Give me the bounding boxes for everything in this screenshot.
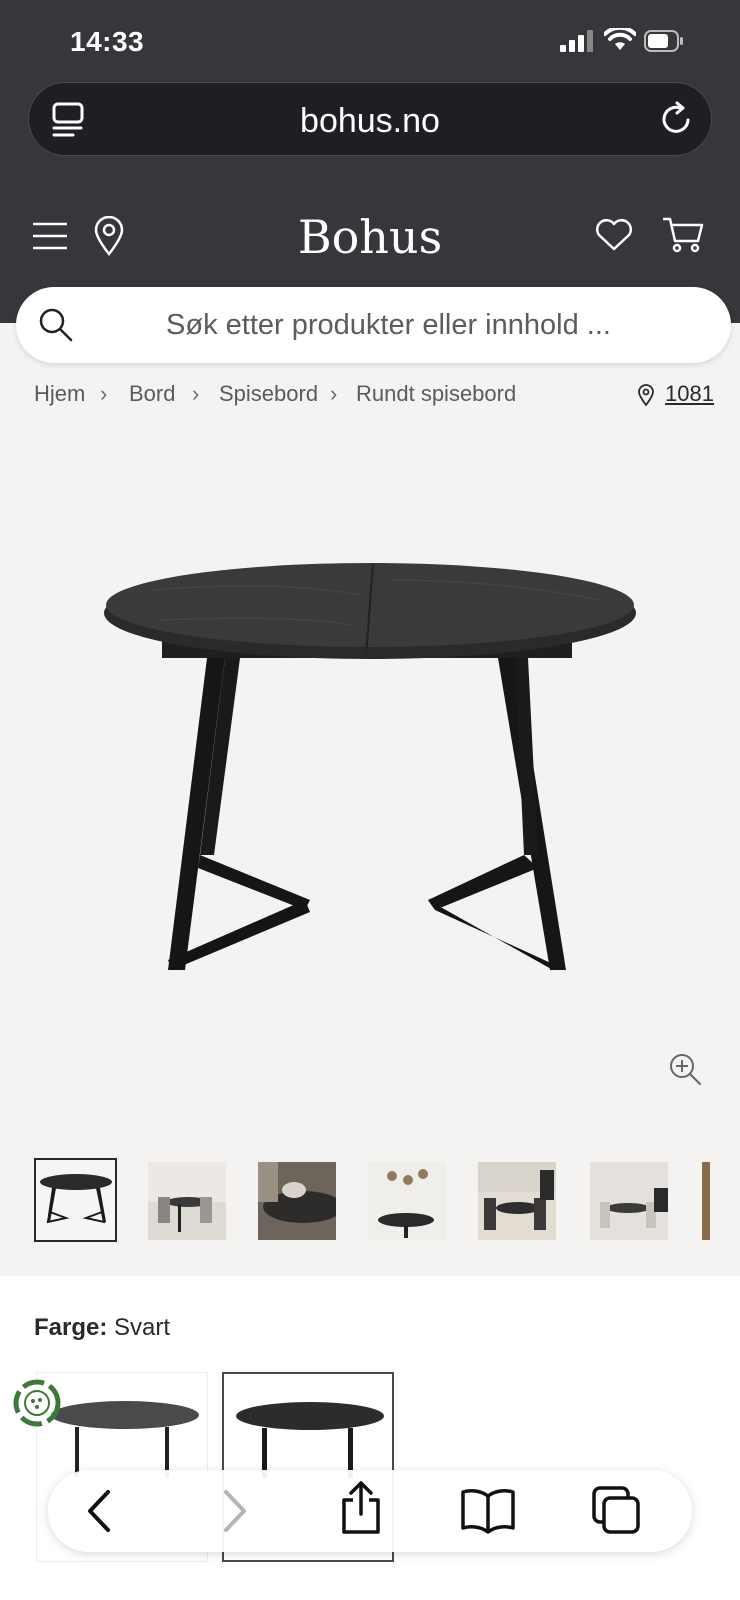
chevron-right-icon: ›	[192, 381, 200, 406]
status-time: 14:33	[70, 26, 145, 57]
store-selector[interactable]: 1081	[638, 381, 714, 407]
tabs-icon[interactable]	[590, 1484, 642, 1536]
location-pin-icon	[638, 384, 654, 406]
thumbnail-3[interactable]	[258, 1162, 336, 1240]
sustainability-badge-icon[interactable]	[12, 1378, 62, 1428]
header: 14:33 bohus.no Bohus	[0, 0, 740, 323]
bookmarks-icon[interactable]	[460, 1486, 516, 1534]
thumbnail-7[interactable]	[702, 1162, 710, 1240]
browser-toolbar	[48, 1470, 692, 1552]
heart-icon[interactable]	[595, 218, 633, 252]
chevron-right-icon: ›	[330, 381, 338, 406]
search-bar[interactable]: Søk etter produkter eller innhold ...	[16, 287, 731, 363]
color-value: Svart	[114, 1314, 171, 1341]
image-thumbnails	[0, 1158, 740, 1244]
battery-icon	[644, 30, 683, 52]
thumbnail-1[interactable]	[34, 1158, 117, 1242]
thumbnail-6[interactable]	[590, 1162, 668, 1240]
breadcrumb-spisebord[interactable]: Spisebord	[219, 381, 318, 407]
cart-icon[interactable]	[662, 216, 704, 254]
color-label: Farge:	[34, 1314, 108, 1341]
wifi-icon	[604, 28, 636, 50]
share-icon[interactable]	[338, 1480, 384, 1536]
site-nav: Bohus	[0, 200, 740, 280]
back-icon[interactable]	[82, 1486, 118, 1536]
forward-icon[interactable]	[216, 1486, 252, 1536]
address-bar[interactable]: bohus.no	[28, 82, 712, 156]
table-photo	[104, 563, 636, 970]
signal-icon	[560, 30, 593, 52]
store-code[interactable]: 1081	[665, 381, 714, 406]
breadcrumb: Hjem › Bord › Spisebord › Rundt spisebor…	[34, 381, 714, 413]
chevron-right-icon: ›	[100, 381, 108, 406]
url-text[interactable]: bohus.no	[29, 102, 711, 141]
zoom-in-icon[interactable]	[668, 1052, 702, 1086]
reload-icon[interactable]	[657, 100, 695, 138]
thumbnail-5[interactable]	[478, 1162, 556, 1240]
product-image[interactable]	[0, 430, 740, 1110]
breadcrumb-current: Rundt spisebord	[356, 381, 517, 406]
search-input[interactable]: Søk etter produkter eller innhold ...	[16, 309, 731, 342]
status-bar: 14:33	[0, 0, 740, 80]
breadcrumb-bord[interactable]: Bord	[129, 381, 175, 407]
thumbnail-4[interactable]	[368, 1162, 446, 1240]
breadcrumb-home[interactable]: Hjem	[34, 381, 85, 407]
color-selection: Farge: Svart	[34, 1314, 170, 1342]
thumbnail-2[interactable]	[148, 1162, 226, 1240]
